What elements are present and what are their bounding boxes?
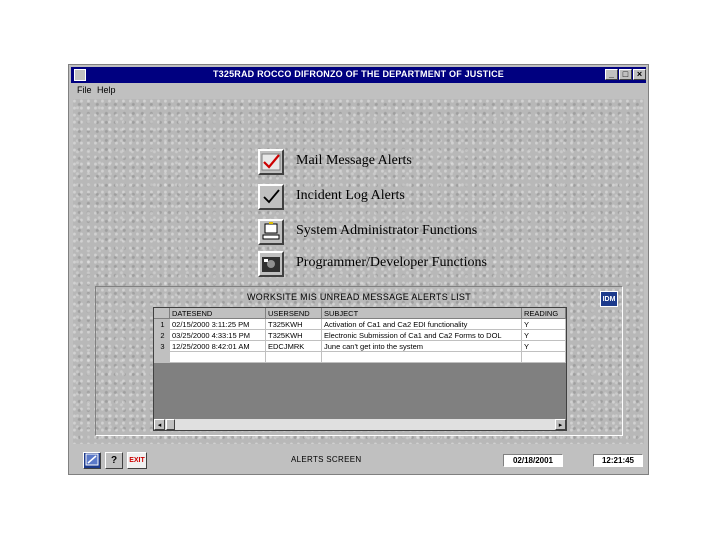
- scroll-thumb[interactable]: [166, 419, 175, 430]
- column-header-reading[interactable]: READING: [522, 308, 566, 319]
- row-index: 1: [154, 319, 170, 330]
- column-header-usersend[interactable]: USERSEND: [266, 308, 322, 319]
- main-window: T325RAD ROCCO DIFRONZO OF THE DEPARTMENT…: [68, 64, 649, 475]
- system-administrator-functions-label: System Administrator Functions: [296, 223, 478, 238]
- cell-subject[interactable]: June can't get into the system: [322, 341, 522, 352]
- cell-usersend[interactable]: T325KWH: [266, 319, 322, 330]
- row-index: [154, 352, 170, 363]
- cell-reading[interactable]: Y: [522, 319, 566, 330]
- menu-help[interactable]: Help: [97, 85, 116, 95]
- cell-reading[interactable]: Y: [522, 330, 566, 341]
- menu-bar: File Help: [71, 84, 646, 98]
- scroll-right-button[interactable]: ▸: [555, 419, 566, 430]
- title-bar[interactable]: T325RAD ROCCO DIFRONZO OF THE DEPARTMENT…: [71, 67, 646, 83]
- client-area: Mail Message Alerts Incident Log Alerts …: [73, 99, 644, 444]
- help-button[interactable]: ?: [105, 452, 123, 469]
- scroll-left-button[interactable]: ◂: [154, 419, 165, 430]
- cell-usersend[interactable]: EDCJMRK: [266, 341, 322, 352]
- cell-datesend[interactable]: 12/25/2000 8:42:01 AM: [170, 341, 266, 352]
- cell-subject[interactable]: Electronic Submission of Ca1 and Ca2 For…: [322, 330, 522, 341]
- cell-datesend[interactable]: 03/25/2000 4:33:15 PM: [170, 330, 266, 341]
- incident-log-alerts-item[interactable]: Incident Log Alerts: [258, 184, 558, 210]
- minimize-button[interactable]: _: [605, 69, 618, 80]
- maximize-button[interactable]: □: [619, 69, 632, 80]
- cell-usersend[interactable]: T325KWH: [266, 330, 322, 341]
- computer-icon[interactable]: [258, 219, 284, 245]
- alerts-panel: WORKSITE MIS UNREAD MESSAGE ALERTS LIST …: [95, 286, 623, 436]
- column-header-index[interactable]: [154, 308, 170, 319]
- column-header-subject[interactable]: SUBJECT: [322, 308, 522, 319]
- alerts-panel-title: WORKSITE MIS UNREAD MESSAGE ALERTS LIST: [246, 292, 472, 302]
- date-field: 02/18/2001: [503, 454, 563, 467]
- cell-usersend[interactable]: [266, 352, 322, 363]
- close-button[interactable]: ×: [633, 69, 646, 80]
- table-row[interactable]: 3 12/25/2000 8:42:01 AM EDCJMRK June can…: [154, 341, 566, 352]
- menu-file[interactable]: File: [77, 85, 92, 95]
- checkmark-icon[interactable]: [258, 184, 284, 210]
- status-text: ALERTS SCREEN: [291, 455, 362, 464]
- cell-reading[interactable]: Y: [522, 341, 566, 352]
- cell-subject[interactable]: [322, 352, 522, 363]
- programmer-developer-functions-label: Programmer/Developer Functions: [296, 255, 487, 270]
- table-row-empty[interactable]: [154, 352, 566, 363]
- programmer-developer-functions-item[interactable]: Programmer/Developer Functions: [258, 251, 558, 277]
- cell-datesend[interactable]: [170, 352, 266, 363]
- toolbar-icon[interactable]: [83, 452, 101, 469]
- disk-drive-icon[interactable]: [258, 251, 284, 277]
- exit-button[interactable]: EXIT: [127, 452, 147, 469]
- row-index: 3: [154, 341, 170, 352]
- status-bar: ? EXIT ALERTS SCREEN 02/18/2001 12:21:45: [71, 449, 646, 471]
- system-administrator-functions-item[interactable]: System Administrator Functions: [258, 219, 558, 245]
- horizontal-scrollbar[interactable]: ◂ ▸: [154, 418, 566, 430]
- mail-checkmark-icon[interactable]: [258, 149, 284, 175]
- window-title: T325RAD ROCCO DIFRONZO OF THE DEPARTMENT…: [212, 69, 505, 79]
- time-field: 12:21:45: [593, 454, 643, 467]
- mail-message-alerts-item[interactable]: Mail Message Alerts: [258, 149, 558, 175]
- idm-button[interactable]: IDM: [600, 291, 618, 307]
- incident-log-alerts-label: Incident Log Alerts: [296, 188, 405, 203]
- table-row[interactable]: 2 03/25/2000 4:33:15 PM T325KWH Electron…: [154, 330, 566, 341]
- cell-datesend[interactable]: 02/15/2000 3:11:25 PM: [170, 319, 266, 330]
- cell-subject[interactable]: Activation of Ca1 and Ca2 EDI functional…: [322, 319, 522, 330]
- row-index: 2: [154, 330, 170, 341]
- cell-reading[interactable]: [522, 352, 566, 363]
- mail-message-alerts-label: Mail Message Alerts: [296, 153, 412, 168]
- table-row[interactable]: 1 02/15/2000 3:11:25 PM T325KWH Activati…: [154, 319, 566, 330]
- column-header-datesend[interactable]: DATESEND: [170, 308, 266, 319]
- alerts-table: DATESEND USERSEND SUBJECT READING 1 02/1…: [153, 307, 567, 431]
- table-header: DATESEND USERSEND SUBJECT READING: [154, 308, 566, 319]
